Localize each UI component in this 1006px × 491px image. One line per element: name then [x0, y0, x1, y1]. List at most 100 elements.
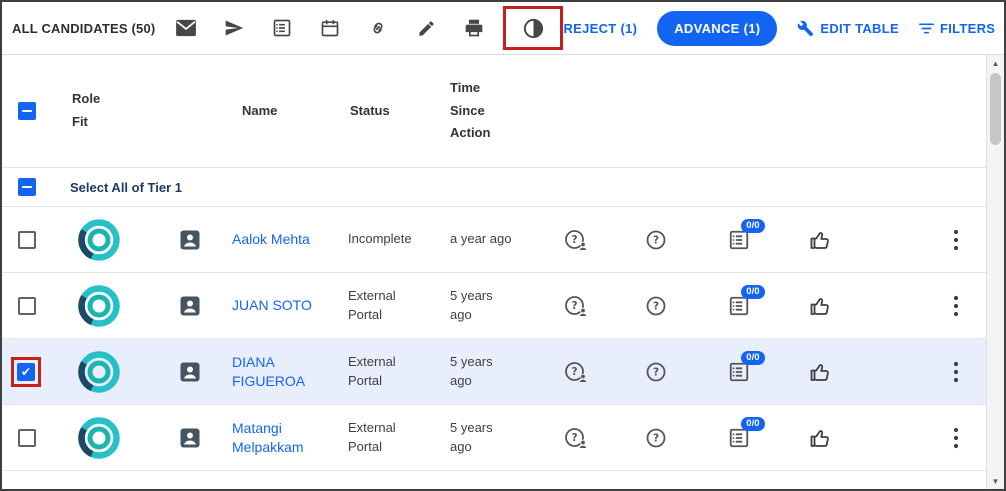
filters-label: FILTERS — [940, 21, 995, 36]
forms-count-badge: 0/0 — [741, 219, 765, 234]
svg-text:?: ? — [653, 366, 659, 378]
compare-icon[interactable] — [510, 10, 556, 46]
contact-card-icon[interactable] — [178, 294, 202, 318]
row-checkbox[interactable] — [17, 363, 35, 381]
role-fit-donut[interactable] — [76, 349, 122, 395]
time-since-action-text: 5 years ago — [450, 287, 515, 325]
partial-next-row — [2, 471, 986, 489]
calendar-icon[interactable] — [307, 10, 353, 46]
svg-text:?: ? — [571, 432, 577, 444]
send-icon[interactable] — [211, 10, 257, 46]
scrollbar-thumb[interactable] — [990, 73, 1001, 145]
svg-text:?: ? — [571, 234, 577, 246]
tier-checkbox-cell — [2, 178, 58, 196]
contact-card-icon[interactable] — [178, 360, 202, 384]
thumbs-up-icon[interactable] — [808, 294, 832, 318]
status-text: External Portal — [348, 419, 418, 457]
contact-card-icon[interactable] — [178, 426, 202, 450]
candidate-row: DIANA FIGUEROA External Portal 5 years a… — [2, 339, 986, 405]
time-since-action-text: 5 years ago — [450, 353, 515, 391]
column-header-status[interactable]: Status — [340, 100, 436, 123]
scroll-down-button[interactable]: ▼ — [987, 473, 1004, 489]
edit-table-button[interactable]: EDIT TABLE — [797, 20, 899, 37]
column-header-name[interactable]: Name — [228, 100, 340, 123]
wrench-icon — [797, 20, 814, 37]
svg-text:?: ? — [653, 432, 659, 444]
candidates-window: ALL CANDIDATES (50) — [0, 0, 1006, 491]
select-all-tier1-label[interactable]: Select All of Tier 1 — [58, 180, 986, 195]
candidate-row: Matangi Melpakkam External Portal 5 year… — [2, 405, 986, 471]
candidate-name-link[interactable]: JUAN SOTO — [232, 296, 312, 315]
kebab-menu-icon[interactable] — [953, 229, 959, 251]
role-fit-donut[interactable] — [76, 283, 122, 329]
thumbs-up-icon[interactable] — [808, 426, 832, 450]
column-header-time-since-action[interactable]: Time Since Action — [436, 77, 536, 145]
candidate-name-link[interactable]: Matangi Melpakkam — [232, 419, 332, 457]
question-circle-icon[interactable]: ? — [644, 294, 668, 318]
content: Role Fit Name Status Time Since Action — [2, 54, 1004, 489]
row-checkbox[interactable] — [18, 297, 36, 315]
role-fit-cell — [58, 217, 168, 263]
question-person-icon[interactable]: ? — [563, 228, 590, 252]
column-header-role-fit[interactable]: Role Fit — [58, 88, 168, 134]
printer-icon[interactable] — [451, 10, 497, 46]
role-fit-cell — [58, 349, 168, 395]
question-person-icon[interactable]: ? — [563, 360, 590, 384]
question-circle-icon[interactable]: ? — [644, 426, 668, 450]
table-header-row: Role Fit Name Status Time Since Action — [2, 55, 986, 168]
role-fit-donut[interactable] — [76, 415, 122, 461]
forms-count-badge: 0/0 — [741, 417, 765, 432]
time-since-action-text: 5 years ago — [450, 419, 515, 457]
role-fit-cell — [58, 283, 168, 329]
question-circle-icon[interactable]: ? — [644, 360, 668, 384]
question-person-icon[interactable]: ? — [563, 426, 590, 450]
row-checkbox-cell — [2, 429, 58, 447]
contact-card-icon[interactable] — [178, 228, 202, 252]
filter-icon — [919, 22, 934, 35]
svg-text:?: ? — [653, 234, 659, 246]
status-text: Incomplete — [348, 230, 412, 249]
role-fit-donut[interactable] — [76, 217, 122, 263]
annotation-box-checkbox — [11, 357, 41, 387]
select-all-tier1-checkbox[interactable] — [18, 178, 36, 196]
thumbs-up-icon[interactable] — [808, 228, 832, 252]
row-checkbox-cell — [2, 231, 58, 249]
candidate-row: Aalok Mehta Incomplete a year ago ? ? — [2, 207, 986, 273]
svg-text:?: ? — [653, 300, 659, 312]
header-checkbox-cell — [2, 102, 58, 120]
page-title: ALL CANDIDATES (50) — [12, 21, 155, 36]
kebab-menu-icon[interactable] — [953, 361, 959, 383]
time-since-action-text: a year ago — [450, 230, 511, 249]
question-person-icon[interactable]: ? — [563, 294, 590, 318]
forms-count-badge: 0/0 — [741, 351, 765, 366]
mail-icon[interactable] — [163, 10, 209, 46]
candidates-table: Role Fit Name Status Time Since Action — [2, 55, 986, 489]
forms-icon[interactable] — [259, 10, 305, 46]
link-icon[interactable] — [355, 10, 401, 46]
candidate-row: JUAN SOTO External Portal 5 years ago ? … — [2, 273, 986, 339]
question-circle-icon[interactable]: ? — [644, 228, 668, 252]
row-checkbox[interactable] — [18, 429, 36, 447]
advance-button[interactable]: ADVANCE (1) — [657, 11, 777, 46]
candidate-name-link[interactable]: Aalok Mehta — [232, 230, 310, 249]
kebab-menu-icon[interactable] — [953, 427, 959, 449]
scroll-up-button[interactable]: ▲ — [987, 55, 1004, 71]
vertical-scrollbar[interactable]: ▲ ▼ — [986, 55, 1004, 489]
forms-count-badge: 0/0 — [741, 285, 765, 300]
pencil-icon[interactable] — [403, 10, 449, 46]
filters-button[interactable]: FILTERS — [919, 21, 995, 36]
kebab-menu-icon[interactable] — [953, 295, 959, 317]
thumbs-up-icon[interactable] — [808, 360, 832, 384]
toolbar-icon-group — [163, 6, 563, 50]
candidate-name-link[interactable]: DIANA FIGUEROA — [232, 353, 332, 391]
status-text: External Portal — [348, 287, 418, 325]
toolbar-actions: REJECT (1) ADVANCE (1) EDIT TABLE FILTER… — [563, 11, 995, 46]
annotation-box-compare — [503, 6, 563, 50]
select-all-checkbox[interactable] — [18, 102, 36, 120]
status-text: External Portal — [348, 353, 418, 391]
toolbar: ALL CANDIDATES (50) — [2, 2, 1004, 54]
row-checkbox[interactable] — [18, 231, 36, 249]
row-checkbox-cell — [2, 297, 58, 315]
reject-button[interactable]: REJECT (1) — [563, 21, 637, 36]
select-all-tier-row: Select All of Tier 1 — [2, 168, 986, 207]
